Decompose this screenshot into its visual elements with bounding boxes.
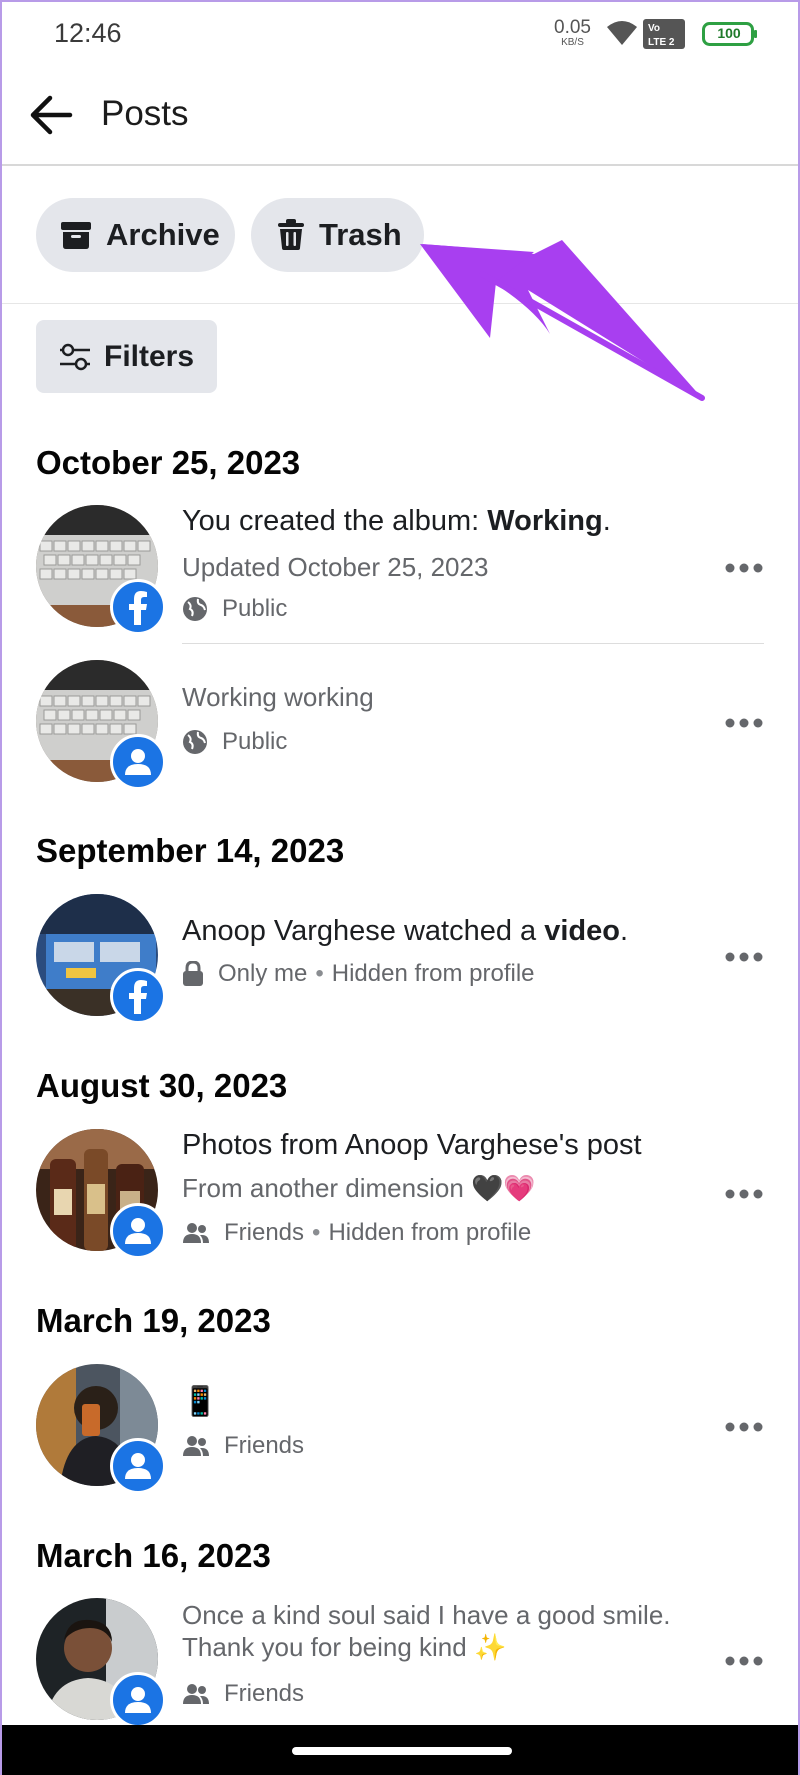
filters-button[interactable]: Filters xyxy=(36,320,217,393)
post-item[interactable]: Anoop Varghese watched a video. Only me •… xyxy=(2,894,798,1024)
date-heading: August 30, 2023 xyxy=(36,1067,288,1104)
app-header: Posts xyxy=(2,64,798,166)
post-title: Anoop Varghese watched a video. xyxy=(182,915,629,947)
lock-icon xyxy=(183,961,203,986)
facebook-badge xyxy=(110,579,166,635)
divider xyxy=(2,303,798,304)
post-title: Photos from Anoop Varghese's post xyxy=(182,1129,642,1161)
post-privacy: Friends xyxy=(182,1432,304,1460)
svg-text:Vo: Vo xyxy=(648,23,660,34)
more-icon[interactable] xyxy=(724,561,764,575)
post-thumbnail xyxy=(36,1129,166,1259)
post-privacy: Friends • Hidden from profile xyxy=(182,1219,531,1247)
post-subtitle: From another dimension 🖤💗 xyxy=(182,1173,536,1203)
profile-badge xyxy=(110,1438,166,1494)
date-heading: September 14, 2023 xyxy=(36,832,345,869)
page-title: Posts xyxy=(101,94,189,133)
archive-icon xyxy=(61,222,91,249)
post-privacy: Friends xyxy=(182,1680,304,1708)
profile-icon xyxy=(125,1687,151,1713)
trash-icon xyxy=(278,219,304,250)
post-thumbnail xyxy=(36,505,166,635)
post-thumbnail xyxy=(36,660,166,790)
volte-icon: Vo LTE 2 xyxy=(643,19,685,49)
post-thumbnail xyxy=(36,1598,166,1728)
post-privacy: Public xyxy=(182,595,287,623)
svg-text:LTE 2: LTE 2 xyxy=(648,37,675,48)
facebook-icon xyxy=(129,591,147,625)
network-speed: 0.05 KB/S xyxy=(554,17,591,48)
archive-tab-label: Archive xyxy=(106,217,220,252)
post-thumbnail xyxy=(36,894,166,1024)
post-item[interactable]: 📱 Friends xyxy=(2,1364,798,1494)
post-item[interactable]: You created the album: Working. Updated … xyxy=(2,505,798,645)
trash-tab[interactable]: Trash xyxy=(251,198,424,272)
status-time: 12:46 xyxy=(54,18,122,48)
date-heading: October 25, 2023 xyxy=(36,444,301,481)
profile-icon xyxy=(125,749,151,775)
friends-icon xyxy=(183,1223,209,1243)
date-heading: March 16, 2023 xyxy=(36,1537,271,1574)
system-nav-bar xyxy=(2,1725,798,1775)
globe-icon xyxy=(183,597,207,621)
post-thumbnail xyxy=(36,1364,166,1494)
wifi-icon xyxy=(607,21,637,45)
status-bar: 12:46 0.05 KB/S Vo LTE 2 100 xyxy=(2,2,798,64)
archive-tab[interactable]: Archive xyxy=(36,198,235,272)
post-privacy: Public xyxy=(182,728,287,756)
post-subtitle: Thank you for being kind ✨ xyxy=(182,1632,507,1662)
divider xyxy=(182,643,764,644)
post-subtitle: Once a kind soul said I have a good smil… xyxy=(182,1600,671,1630)
more-icon[interactable] xyxy=(724,716,764,730)
post-subtitle: Updated October 25, 2023 xyxy=(182,552,489,582)
post-title: You created the album: Working. xyxy=(182,505,611,537)
profile-badge xyxy=(110,734,166,790)
profile-icon xyxy=(125,1453,151,1479)
filters-label: Filters xyxy=(104,339,195,373)
post-item[interactable]: Once a kind soul said I have a good smil… xyxy=(2,1598,798,1728)
profile-badge xyxy=(110,1203,166,1259)
more-icon[interactable] xyxy=(724,1187,764,1201)
back-arrow-icon[interactable] xyxy=(28,92,74,138)
battery-level: 100 xyxy=(717,25,741,41)
profile-icon xyxy=(125,1218,151,1244)
profile-badge xyxy=(110,1672,166,1728)
trash-tab-label: Trash xyxy=(319,217,402,252)
filters-icon xyxy=(60,343,90,370)
globe-icon xyxy=(183,730,207,754)
more-icon[interactable] xyxy=(724,1654,764,1668)
friends-icon xyxy=(183,1436,209,1456)
facebook-icon xyxy=(129,980,147,1014)
friends-icon xyxy=(183,1684,209,1704)
more-icon[interactable] xyxy=(724,1420,764,1434)
home-gesture-pill[interactable] xyxy=(292,1747,512,1755)
post-item[interactable]: Working working Public xyxy=(2,660,798,790)
post-title: 📱 xyxy=(182,1386,219,1418)
date-heading: March 19, 2023 xyxy=(36,1302,271,1339)
post-item[interactable]: Photos from Anoop Varghese's post From a… xyxy=(2,1129,798,1259)
post-privacy: Only me • Hidden from profile xyxy=(182,960,535,988)
more-icon[interactable] xyxy=(724,950,764,964)
facebook-badge xyxy=(110,968,166,1024)
annotation-arrow xyxy=(420,240,705,401)
post-subtitle: Working working xyxy=(182,682,374,712)
